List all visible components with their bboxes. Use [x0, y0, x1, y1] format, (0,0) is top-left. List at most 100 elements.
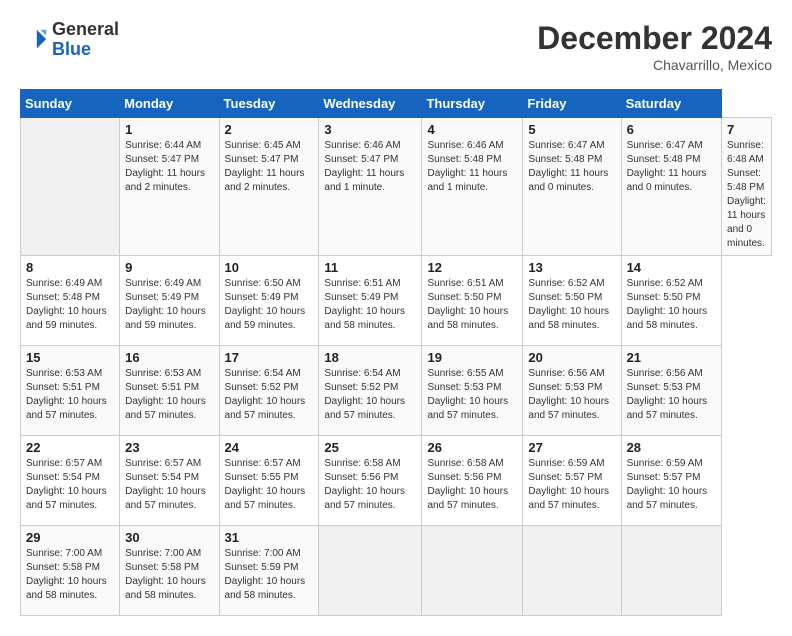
calendar-day-cell: 19 Sunrise: 6:55 AMSunset: 5:53 PMDayligh…	[422, 346, 523, 436]
day-info: Sunrise: 7:00 AMSunset: 5:58 PMDaylight:…	[26, 547, 114, 603]
day-info: Sunrise: 6:57 AMSunset: 5:54 PMDaylight:…	[125, 457, 213, 513]
calendar-week-row: 15Sunrise: 6:53 AMSunset: 5:51 PMDayligh…	[21, 346, 772, 436]
calendar-week-row: 1 Sunrise: 6:44 AMSunset: 5:47 PMDaylight…	[21, 118, 772, 256]
logo-text: General Blue	[52, 20, 119, 60]
logo: General Blue	[20, 20, 119, 60]
calendar-day-cell: 16 Sunrise: 6:53 AMSunset: 5:51 PMDayligh…	[120, 346, 219, 436]
day-info: Sunrise: 6:53 AMSunset: 5:51 PMDaylight:…	[125, 367, 213, 423]
weekday-header-cell: Thursday	[422, 90, 523, 118]
day-number: 9	[125, 260, 213, 275]
day-number: 19	[427, 350, 517, 365]
weekday-header-cell: Monday	[120, 90, 219, 118]
calendar-day-cell: 13Sunrise: 6:52 AMSunset: 5:50 PMDayligh…	[523, 256, 621, 346]
day-number: 18	[324, 350, 416, 365]
day-info: Sunrise: 6:57 AMSunset: 5:54 PMDaylight:…	[26, 457, 114, 513]
day-info: Sunrise: 6:51 AMSunset: 5:50 PMDaylight:…	[427, 277, 517, 333]
calendar-day-cell: 24 Sunrise: 6:57 AMSunset: 5:55 PMDayligh…	[219, 436, 319, 526]
calendar-week-row: 22 Sunrise: 6:57 AMSunset: 5:54 PMDayligh…	[21, 436, 772, 526]
day-info: Sunrise: 6:55 AMSunset: 5:53 PMDaylight:…	[427, 367, 517, 423]
calendar-day-cell: 15Sunrise: 6:53 AMSunset: 5:51 PMDayligh…	[21, 346, 120, 436]
calendar-day-cell: 8 Sunrise: 6:49 AMSunset: 5:48 PMDaylight…	[21, 256, 120, 346]
day-number: 26	[427, 440, 517, 455]
calendar-week-row: 8 Sunrise: 6:49 AMSunset: 5:48 PMDaylight…	[21, 256, 772, 346]
day-info: Sunrise: 6:51 AMSunset: 5:49 PMDaylight:…	[324, 277, 416, 333]
calendar-day-cell: 2 Sunrise: 6:45 AMSunset: 5:47 PMDaylight…	[219, 118, 319, 256]
day-number: 5	[528, 122, 615, 137]
day-info: Sunrise: 6:58 AMSunset: 5:56 PMDaylight:…	[324, 457, 416, 513]
day-info: Sunrise: 6:54 AMSunset: 5:52 PMDaylight:…	[324, 367, 416, 423]
day-number: 23	[125, 440, 213, 455]
day-info: Sunrise: 6:47 AMSunset: 5:48 PMDaylight:…	[627, 139, 716, 195]
calendar-day-cell: 27 Sunrise: 6:59 AMSunset: 5:57 PMDayligh…	[523, 436, 621, 526]
calendar-day-cell: 3Sunrise: 6:46 AMSunset: 5:47 PMDaylight…	[319, 118, 422, 256]
day-number: 25	[324, 440, 416, 455]
calendar-day-cell: 11 Sunrise: 6:51 AMSunset: 5:49 PMDayligh…	[319, 256, 422, 346]
day-number: 11	[324, 260, 416, 275]
day-number: 2	[225, 122, 314, 137]
weekday-header-cell: Tuesday	[219, 90, 319, 118]
day-info: Sunrise: 7:00 AMSunset: 5:58 PMDaylight:…	[125, 547, 213, 603]
calendar-body: 1 Sunrise: 6:44 AMSunset: 5:47 PMDaylight…	[21, 118, 772, 616]
day-number: 1	[125, 122, 213, 137]
day-info: Sunrise: 7:00 AMSunset: 5:59 PMDaylight:…	[225, 547, 314, 603]
day-info: Sunrise: 6:44 AMSunset: 5:47 PMDaylight:…	[125, 139, 213, 195]
calendar-table: SundayMondayTuesdayWednesdayThursdayFrid…	[20, 89, 772, 616]
day-info: Sunrise: 6:49 AMSunset: 5:49 PMDaylight:…	[125, 277, 213, 333]
calendar-day-cell	[523, 526, 621, 616]
day-info: Sunrise: 6:50 AMSunset: 5:49 PMDaylight:…	[225, 277, 314, 333]
day-number: 16	[125, 350, 213, 365]
day-info: Sunrise: 6:49 AMSunset: 5:48 PMDaylight:…	[26, 277, 114, 333]
day-info: Sunrise: 6:56 AMSunset: 5:53 PMDaylight:…	[627, 367, 716, 423]
calendar-day-cell: 31Sunrise: 7:00 AMSunset: 5:59 PMDayligh…	[219, 526, 319, 616]
weekday-header-cell: Friday	[523, 90, 621, 118]
calendar-day-cell: 22 Sunrise: 6:57 AMSunset: 5:54 PMDayligh…	[21, 436, 120, 526]
day-number: 17	[225, 350, 314, 365]
calendar-day-cell	[621, 526, 721, 616]
calendar-day-cell: 17 Sunrise: 6:54 AMSunset: 5:52 PMDayligh…	[219, 346, 319, 436]
day-info: Sunrise: 6:56 AMSunset: 5:53 PMDaylight:…	[528, 367, 615, 423]
calendar-day-cell: 14Sunrise: 6:52 AMSunset: 5:50 PMDayligh…	[621, 256, 721, 346]
day-number: 20	[528, 350, 615, 365]
calendar-day-cell: 25 Sunrise: 6:58 AMSunset: 5:56 PMDayligh…	[319, 436, 422, 526]
calendar-day-cell: 5Sunrise: 6:47 AMSunset: 5:48 PMDaylight…	[523, 118, 621, 256]
day-number: 27	[528, 440, 615, 455]
day-info: Sunrise: 6:52 AMSunset: 5:50 PMDaylight:…	[627, 277, 716, 333]
calendar-day-cell: 1 Sunrise: 6:44 AMSunset: 5:47 PMDaylight…	[120, 118, 219, 256]
day-info: Sunrise: 6:48 AMSunset: 5:48 PMDaylight:…	[727, 139, 766, 251]
day-info: Sunrise: 6:59 AMSunset: 5:57 PMDaylight:…	[528, 457, 615, 513]
month-title: December 2024	[537, 20, 772, 57]
page-header: General Blue December 2024 Chavarrillo, …	[20, 20, 772, 73]
day-number: 4	[427, 122, 517, 137]
calendar-day-cell: 9 Sunrise: 6:49 AMSunset: 5:49 PMDaylight…	[120, 256, 219, 346]
calendar-day-cell: 12 Sunrise: 6:51 AMSunset: 5:50 PMDayligh…	[422, 256, 523, 346]
calendar-day-cell: 23 Sunrise: 6:57 AMSunset: 5:54 PMDayligh…	[120, 436, 219, 526]
day-info: Sunrise: 6:46 AMSunset: 5:48 PMDaylight:…	[427, 139, 517, 195]
calendar-day-cell: 10 Sunrise: 6:50 AMSunset: 5:49 PMDayligh…	[219, 256, 319, 346]
day-info: Sunrise: 6:57 AMSunset: 5:55 PMDaylight:…	[225, 457, 314, 513]
calendar-day-cell: 29 Sunrise: 7:00 AMSunset: 5:58 PMDayligh…	[21, 526, 120, 616]
day-number: 3	[324, 122, 416, 137]
day-info: Sunrise: 6:52 AMSunset: 5:50 PMDaylight:…	[528, 277, 615, 333]
day-number: 28	[627, 440, 716, 455]
day-number: 24	[225, 440, 314, 455]
day-number: 29	[26, 530, 114, 545]
logo-icon	[20, 26, 48, 54]
day-number: 12	[427, 260, 517, 275]
calendar-day-cell: 26Sunrise: 6:58 AMSunset: 5:56 PMDayligh…	[422, 436, 523, 526]
day-info: Sunrise: 6:45 AMSunset: 5:47 PMDaylight:…	[225, 139, 314, 195]
day-number: 7	[727, 122, 766, 137]
day-number: 10	[225, 260, 314, 275]
day-number: 8	[26, 260, 114, 275]
calendar-week-row: 29 Sunrise: 7:00 AMSunset: 5:58 PMDayligh…	[21, 526, 772, 616]
day-info: Sunrise: 6:54 AMSunset: 5:52 PMDaylight:…	[225, 367, 314, 423]
calendar-day-cell: 21Sunrise: 6:56 AMSunset: 5:53 PMDayligh…	[621, 346, 721, 436]
calendar-day-cell: 6Sunrise: 6:47 AMSunset: 5:48 PMDaylight…	[621, 118, 721, 256]
calendar-day-cell	[422, 526, 523, 616]
calendar-day-cell	[21, 118, 120, 256]
title-block: December 2024 Chavarrillo, Mexico	[537, 20, 772, 73]
day-number: 22	[26, 440, 114, 455]
day-info: Sunrise: 6:59 AMSunset: 5:57 PMDaylight:…	[627, 457, 716, 513]
weekday-header-row: SundayMondayTuesdayWednesdayThursdayFrid…	[21, 90, 772, 118]
weekday-header-cell: Sunday	[21, 90, 120, 118]
weekday-header-cell: Saturday	[621, 90, 721, 118]
